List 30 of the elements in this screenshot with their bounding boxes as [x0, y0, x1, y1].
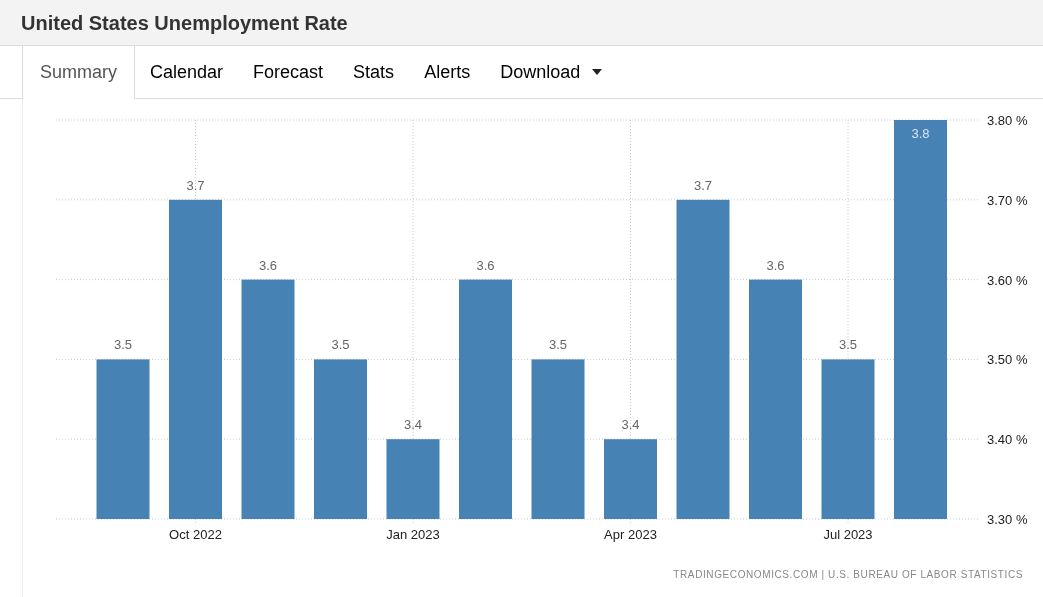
x-axis-label: Oct 2022	[169, 527, 222, 542]
tab[interactable]: Stats	[338, 46, 410, 98]
data-label: 3.7	[186, 177, 205, 193]
data-label: 3.6	[766, 257, 785, 273]
page-title: United States Unemployment Rate	[21, 10, 348, 36]
data-label: 3.4	[403, 417, 423, 433]
data-label: 3.6	[476, 257, 495, 273]
data-label: 3.5	[838, 337, 858, 353]
data-label: 3.7	[693, 177, 713, 193]
y-axis-label: 3.60 %	[987, 272, 1028, 288]
y-axis-label: 3.40 %	[987, 432, 1028, 448]
x-axis-label: Jul 2023	[823, 527, 873, 542]
x-axis-label: Jan 2023	[386, 527, 440, 542]
y-axis-label: 3.30 %	[987, 512, 1028, 527]
data-label: 3.5	[331, 337, 350, 353]
source-text: TRADINGECONOMICS.COM | U.S. BUREAU OF LABOR STATISTICS	[673, 569, 1023, 580]
data-label: 3.5	[113, 337, 133, 353]
tab[interactable]: Forecast	[238, 46, 339, 98]
y-axis-label: 3.80 %	[987, 113, 1028, 128]
tab[interactable]: Calendar	[135, 46, 239, 98]
tab[interactable]: Download	[485, 46, 618, 98]
data-label: 3.6	[258, 257, 278, 273]
data-label: 3.5	[548, 337, 568, 353]
y-axis-label: 3.70 %	[987, 192, 1028, 208]
y-axis-label: 3.50 %	[987, 352, 1028, 368]
x-axis-label: Apr 2023	[604, 527, 657, 542]
data-label: 3.8	[911, 126, 930, 141]
tab[interactable]: Summary	[22, 46, 135, 99]
tab[interactable]: Alerts	[409, 46, 486, 98]
data-label: 3.4	[621, 417, 640, 433]
